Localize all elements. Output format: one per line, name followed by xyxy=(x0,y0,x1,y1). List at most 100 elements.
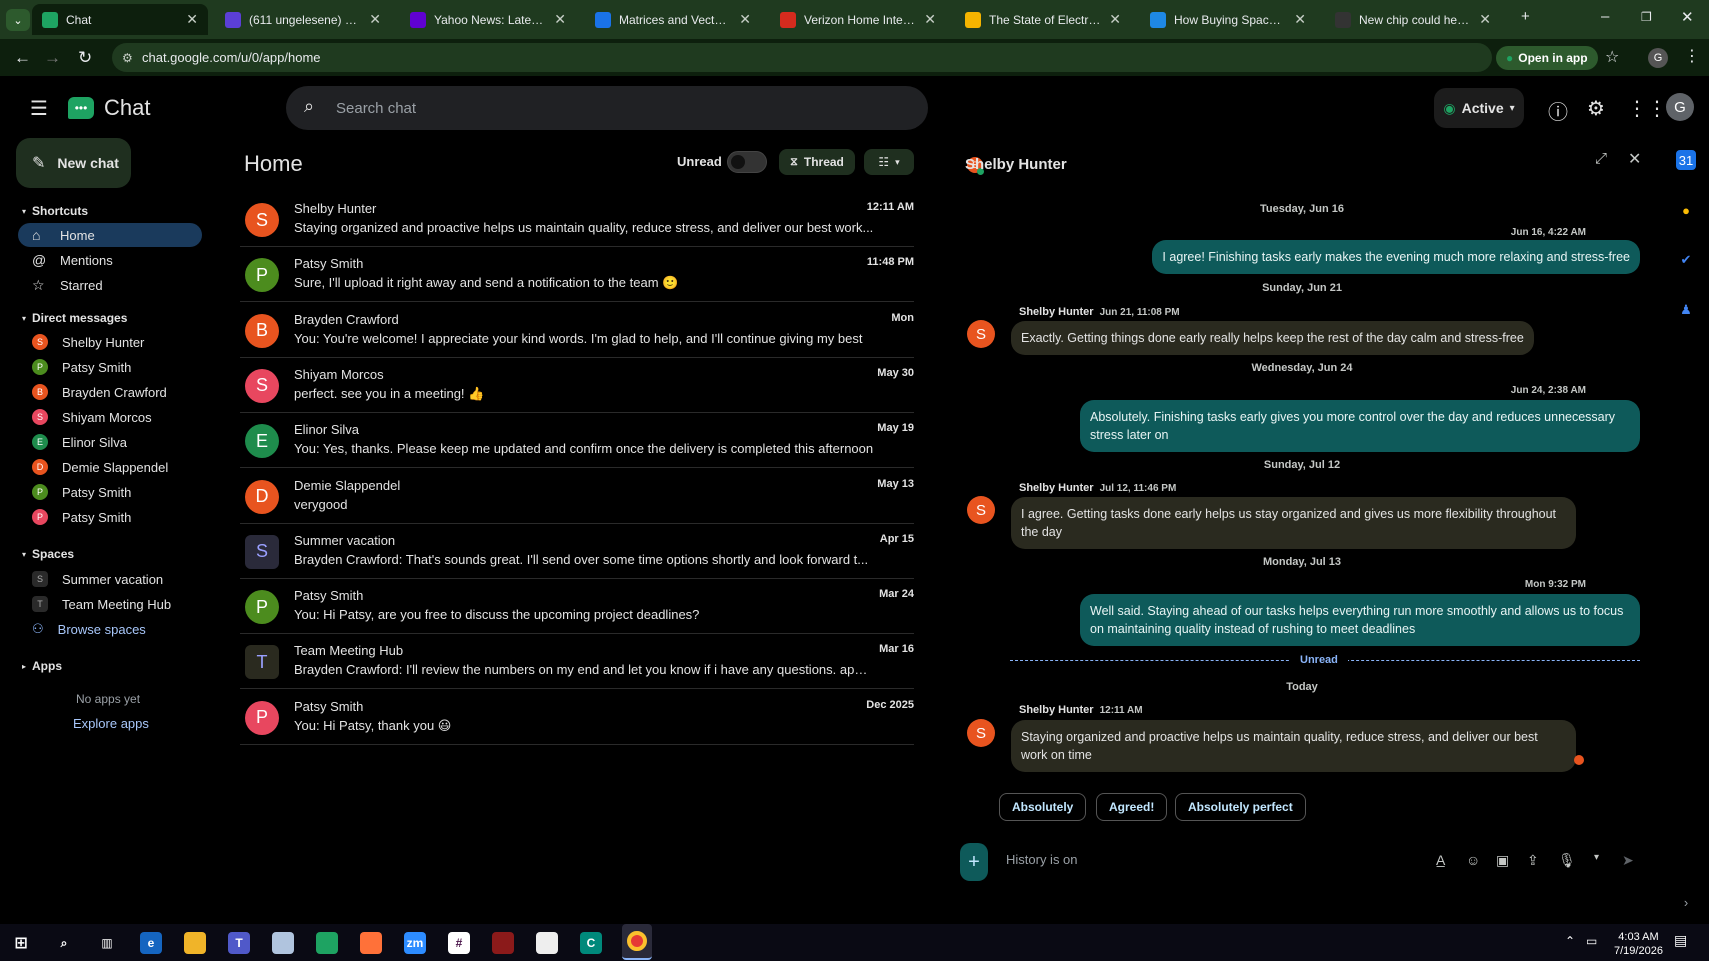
notepad-icon[interactable] xyxy=(536,932,558,954)
browser-tab[interactable]: (611 ungelesene) – lewisg ✕ xyxy=(215,4,391,35)
gif-icon[interactable]: ▣ xyxy=(1496,852,1509,869)
new-chat-button[interactable]: ✎ New chat xyxy=(16,138,131,188)
winrar-icon[interactable] xyxy=(492,932,514,954)
browser-profile-avatar[interactable]: G xyxy=(1648,48,1668,68)
sidebar-dm-item[interactable]: P Patsy Smith xyxy=(18,505,202,529)
conversation-row[interactable]: E Elinor Silva You: Yes, thanks. Please ke… xyxy=(240,413,914,469)
forward-icon[interactable]: → xyxy=(44,48,61,68)
conversation-row[interactable]: D Demie Slappendel verygood May 13 xyxy=(240,469,914,524)
status-dropdown[interactable]: ◉ Active ▾ xyxy=(1434,88,1524,128)
app-icon[interactable] xyxy=(272,932,294,954)
tab-search-chevron-icon[interactable]: ⌄ xyxy=(6,9,30,31)
tray-chevron-icon[interactable]: ⌃ xyxy=(1565,934,1575,948)
restore-window-icon[interactable]: ❐ xyxy=(1641,10,1652,24)
edge-icon[interactable]: e xyxy=(140,932,162,954)
taskbar-clock[interactable]: 4:03 AM 7/19/2026 xyxy=(1614,930,1663,958)
url-bar[interactable]: ⚙ chat.google.com/u/0/app/home xyxy=(112,43,1492,72)
outgoing-message[interactable]: I agree! Finishing tasks early makes the… xyxy=(1152,240,1640,274)
sidebar-item-starred[interactable]: ☆ Starred xyxy=(18,273,202,297)
slack-icon[interactable]: # xyxy=(448,932,470,954)
filter-dropdown[interactable]: ☷ ▾ xyxy=(864,149,914,175)
unread-toggle[interactable] xyxy=(727,151,767,173)
chat-logo[interactable]: ••• Chat xyxy=(68,95,150,121)
windows-start-icon[interactable]: ⊞ xyxy=(10,932,32,954)
smart-reply-chip[interactable]: Absolutely perfect xyxy=(1175,793,1306,821)
taskbar-search-icon[interactable]: ⌕ xyxy=(53,932,75,954)
firefox-icon[interactable] xyxy=(360,932,382,954)
file-explorer-icon[interactable] xyxy=(184,932,206,954)
open-in-app-button[interactable]: ● Open in app xyxy=(1496,46,1598,70)
smart-reply-chip[interactable]: Agreed! xyxy=(1096,793,1168,821)
browser-tab[interactable]: Verizon Home Internet Pl ✕ xyxy=(770,4,946,35)
outgoing-message[interactable]: Well said. Staying ahead of our tasks he… xyxy=(1080,594,1640,646)
conversation-row[interactable]: P Patsy Smith You: Hi Patsy, are you free … xyxy=(240,579,914,635)
conversation-row[interactable]: S Summer vacation Brayden Crawford: That's… xyxy=(240,524,914,579)
browser-tab[interactable]: Yahoo News: Latest and B ✕ xyxy=(400,4,576,35)
chat-taskbar-icon[interactable] xyxy=(316,932,338,954)
browser-tab[interactable]: The State of Electric Vehi ✕ xyxy=(955,4,1131,35)
close-tab-icon[interactable]: ✕ xyxy=(739,11,751,28)
contacts-icon[interactable]: ♟ xyxy=(1676,300,1696,320)
browser-menu-icon[interactable]: ⋮ xyxy=(1684,46,1700,66)
account-avatar[interactable]: G xyxy=(1666,93,1694,121)
more-options-chevron-icon[interactable]: ▾ xyxy=(1594,852,1599,863)
close-tab-icon[interactable]: ✕ xyxy=(1479,11,1491,28)
close-tab-icon[interactable]: ✕ xyxy=(924,11,936,28)
new-tab-button[interactable]: + xyxy=(1521,8,1530,25)
close-window-icon[interactable]: ✕ xyxy=(1681,8,1694,26)
app-icon[interactable]: C xyxy=(580,932,602,954)
thread-view-button[interactable]: ⧖ Thread xyxy=(779,149,855,175)
keep-icon[interactable]: ● xyxy=(1676,200,1696,220)
close-tab-icon[interactable]: ✕ xyxy=(369,11,381,28)
apps-section-header[interactable]: ▸ Apps xyxy=(22,659,62,673)
sidebar-dm-item[interactable]: P Patsy Smith xyxy=(18,480,202,504)
back-icon[interactable]: ← xyxy=(14,48,31,68)
main-menu-icon[interactable]: ☰ xyxy=(30,96,48,121)
close-tab-icon[interactable]: ✕ xyxy=(554,11,566,28)
text-format-icon[interactable]: A̲ xyxy=(1436,852,1445,868)
expand-icon[interactable]: ⤢ xyxy=(1595,150,1607,167)
zoom-icon[interactable]: zm xyxy=(404,932,426,954)
message-input[interactable]: History is on xyxy=(1006,852,1078,867)
task-view-icon[interactable]: ▥ xyxy=(96,932,118,954)
conversation-title[interactable]: Shelby Hunter xyxy=(965,156,1067,173)
calendar-icon[interactable]: 31 xyxy=(1676,150,1696,170)
upload-icon[interactable]: ⇪ xyxy=(1527,852,1539,869)
settings-gear-icon[interactable]: ⚙ xyxy=(1587,96,1605,121)
reload-icon[interactable]: ↻ xyxy=(78,48,92,68)
sidebar-dm-item[interactable]: E Elinor Silva xyxy=(18,430,202,454)
browser-tab[interactable]: How Buying SpaceX Toda ✕ xyxy=(1140,4,1316,35)
browse-spaces-link[interactable]: ⚇ Browse spaces xyxy=(18,617,202,641)
conversation-row[interactable]: S Shiyam Morcos perfect. see you in a meet… xyxy=(240,358,914,413)
sidebar-space-item[interactable]: S Summer vacation xyxy=(18,567,202,591)
sidebar-item-mentions[interactable]: @ Mentions xyxy=(18,248,202,272)
sidebar-dm-item[interactable]: P Patsy Smith xyxy=(18,355,202,379)
sidebar-dm-item[interactable]: B Brayden Crawford xyxy=(18,380,202,404)
bookmark-star-icon[interactable]: ☆ xyxy=(1605,47,1619,67)
smart-reply-chip[interactable]: Absolutely xyxy=(999,793,1087,821)
incoming-message[interactable]: Staying organized and proactive helps us… xyxy=(1011,720,1576,772)
dm-section-header[interactable]: ▾ Direct messages xyxy=(22,311,127,325)
conversation-row[interactable]: P Patsy Smith You: Hi Patsy, thank you 😃 De… xyxy=(240,690,914,745)
teams-icon[interactable]: T xyxy=(228,932,250,954)
site-info-icon[interactable]: ⚙ xyxy=(122,51,133,65)
minimize-window-icon[interactable]: – xyxy=(1601,8,1609,25)
sidebar-item-home[interactable]: ⌂ Home xyxy=(18,223,202,247)
browser-tab[interactable]: New chip could help tiny ✕ xyxy=(1325,4,1501,35)
browser-tab[interactable]: Matrices and Vectors in A ✕ xyxy=(585,4,761,35)
spaces-section-header[interactable]: ▾ Spaces xyxy=(22,547,74,561)
help-icon[interactable]: ⓘ xyxy=(1548,96,1568,125)
microphone-icon[interactable]: 🎙 xyxy=(1558,852,1576,869)
browser-tab[interactable]: Chat ✕ xyxy=(32,4,208,35)
close-panel-icon[interactable]: ✕ xyxy=(1628,149,1641,169)
incoming-message[interactable]: Exactly. Getting things done early reall… xyxy=(1011,321,1534,355)
conversation-row[interactable]: S Shelby Hunter Staying organized and proa… xyxy=(240,192,914,247)
network-icon[interactable]: ▭ xyxy=(1586,934,1597,948)
conversation-row[interactable]: B Brayden Crawford You: You're welcome! I … xyxy=(240,303,914,358)
conversation-row[interactable]: P Patsy Smith Sure, I'll upload it right a… xyxy=(240,247,914,303)
close-tab-icon[interactable]: ✕ xyxy=(1294,11,1306,28)
shortcuts-section-header[interactable]: ▾ Shortcuts xyxy=(22,204,88,218)
apps-grid-icon[interactable]: ⋮⋮ xyxy=(1627,96,1667,121)
chrome-icon[interactable] xyxy=(622,924,652,960)
incoming-message[interactable]: I agree. Getting tasks done early helps … xyxy=(1011,497,1576,549)
